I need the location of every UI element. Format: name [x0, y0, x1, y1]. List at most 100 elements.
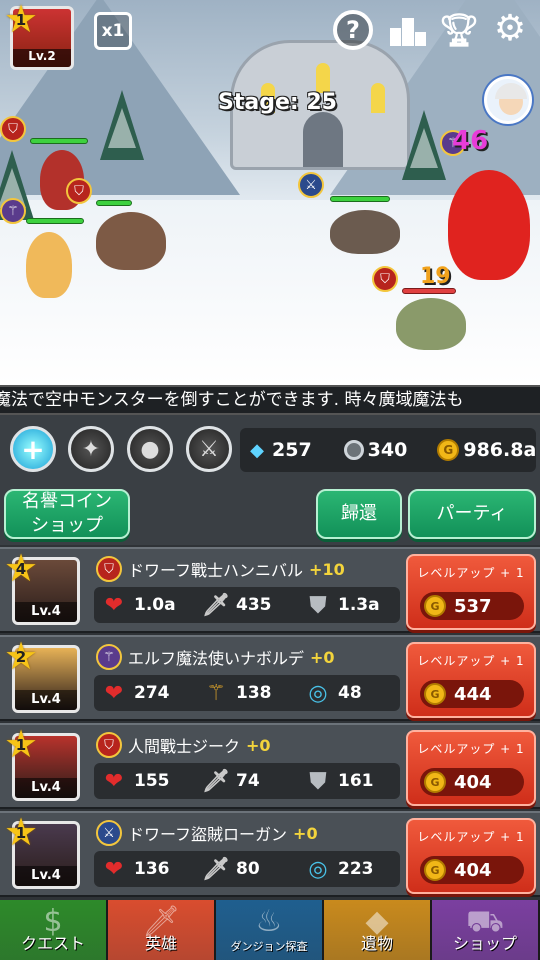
stat: ❤ 155	[94, 768, 196, 794]
hero-name: ドワーフ戰士ハンニバル	[128, 561, 304, 580]
level-up-label: レベルアップ + 1	[417, 654, 525, 668]
ticker-text: 魔法で空中モンスターを倒すことができます. 時々廣域魔法も	[0, 390, 464, 410]
cost-value: 404	[454, 859, 492, 881]
shadow-skill-icon[interactable]: ●	[127, 426, 173, 472]
ranking-icon[interactable]	[388, 14, 428, 48]
coin-icon: G	[424, 595, 446, 617]
nav-tab-label: 遺物	[360, 934, 393, 953]
gear-icon[interactable]: ⚙	[490, 8, 530, 49]
ring-icon: ◎	[308, 680, 328, 706]
hero-bonus: +0	[246, 735, 271, 755]
hero-name-line: ⛉ 人間戰士ジーク +0	[96, 731, 271, 759]
hero-stats: ❤ 274 ⚚ 138 ◎ 48	[94, 675, 400, 711]
hp-bar	[26, 218, 84, 224]
hero-stats: ❤ 136 🗡︎ 80 ◎ 223	[94, 851, 400, 887]
level-up-button[interactable]: レベルアップ + 1 G 537	[406, 554, 536, 630]
hero-name: 人間戰士ジーク	[128, 737, 241, 756]
sword-skill-icon[interactable]: ⚔	[186, 426, 232, 472]
gem-icon: ◆	[250, 439, 264, 461]
hero-bonus: +10	[309, 559, 345, 579]
heart-icon: ❤	[104, 592, 124, 618]
speed-button[interactable]: x1	[94, 12, 132, 50]
level-up-label: レベルアップ + 1	[417, 566, 525, 580]
sword-icon: 🗡︎	[202, 592, 230, 618]
star-icon: ★ 1	[3, 0, 39, 41]
damage-number: 19	[420, 264, 451, 289]
hp-bar	[330, 196, 390, 202]
level-up-cost: G 537	[420, 592, 524, 620]
hero-star-count: 4	[15, 560, 27, 578]
shield-icon: ⛉	[372, 266, 398, 292]
armor-icon: ⛊	[309, 592, 327, 618]
party-button[interactable]: パーティ	[408, 489, 536, 539]
stat: ❤ 274	[94, 681, 196, 706]
stat-value: 435	[236, 595, 272, 615]
ring-icon: ◎	[308, 856, 328, 882]
gem-counter: ◆ 257	[246, 439, 312, 461]
stat: ❤ 136	[94, 857, 196, 882]
nav-tab[interactable]: ♨ ダンジョン探査	[216, 900, 324, 960]
nav-tab-label: ショップ	[452, 934, 517, 953]
level-up-button[interactable]: レベルアップ + 1 G 404	[406, 818, 536, 894]
leader-star-count: 1	[15, 11, 27, 29]
star-icon: ★ 4	[3, 546, 39, 590]
hero-name: ドワーフ盜賊ローガン	[128, 825, 288, 844]
stat-value: 161	[338, 771, 374, 791]
cost-value: 404	[454, 771, 492, 793]
hero-sprite	[96, 212, 166, 270]
level-up-button[interactable]: レベルアップ + 1 G 404	[406, 730, 536, 806]
hero-stats: ❤ 1.0a 🗡︎ 435 ⛊ 1.3a	[94, 587, 400, 623]
coin-icon: G	[424, 683, 446, 705]
torch-icon: ♨	[255, 904, 283, 939]
stat-value: 136	[134, 859, 170, 879]
coin-icon: G	[424, 771, 446, 793]
hero-name-line: ⚔ ドワーフ盜賊ローガン +0	[96, 819, 318, 847]
heart-icon: ❤	[104, 768, 124, 794]
nav-tab[interactable]: 🗡︎ 英雄	[108, 900, 216, 960]
battle-scene: Stage: 25 Lv.2 ★ 1 x1 ? 🏆︎ ⚙ ⛉ ⚚ ⛉ ⚔ ⚚ 46…	[0, 0, 540, 385]
gold-count: 986.8a	[463, 439, 537, 461]
leader-level: Lv.2	[13, 49, 71, 67]
whirlwind-skill-icon[interactable]: ✦	[68, 426, 114, 472]
hero-row[interactable]: Lv.4 ★ 1 ⚔ ドワーフ盜賊ローガン +0 ❤ 136 🗡︎ 80 ◎ 22…	[0, 811, 540, 897]
hp-bar	[96, 200, 132, 206]
stopwatch-icon	[343, 440, 364, 460]
enemy-sprite	[330, 210, 400, 254]
hero-row[interactable]: Lv.4 ★ 2 ⚚ エルフ魔法使いナボルデ +0 ❤ 274 ⚚ 138 ◎ 4…	[0, 635, 540, 721]
stat: ⚚ 138	[196, 680, 298, 706]
nav-tab-label: クエスト	[20, 934, 85, 953]
stat: 🗡︎ 435	[196, 592, 298, 618]
stat: ⛊ 161	[298, 769, 400, 794]
hero-row[interactable]: Lv.4 ★1 ⛉ 人間戰士ジーク +0 ❤ 155 🗡︎ 74 ⛊ 161	[0, 723, 540, 809]
honor-coin-shop-button[interactable]: 名譽コイン ショップ	[4, 489, 130, 539]
stat: ◎ 48	[298, 680, 400, 706]
crossed-swords-icon: ⚔	[298, 172, 324, 198]
trophy-icon[interactable]: 🏆︎	[439, 10, 480, 50]
level-up-button[interactable]: レベルアップ + 1 G 444	[406, 642, 536, 718]
hero-star-count: 2	[15, 648, 27, 666]
hero-bonus: +0	[293, 823, 318, 843]
hero-row[interactable]: Lv.4 ★ 4 ⛉ ドワーフ戰士ハンニバル +10 ❤ 1.0a 🗡︎ 435 …	[0, 547, 540, 633]
shield-icon: ⛉	[96, 556, 122, 582]
hero-level: Lv.4	[15, 690, 77, 710]
nav-tab[interactable]: ◆ 遺物	[324, 900, 432, 960]
shield-icon: ⛉	[96, 732, 122, 758]
currency-panel: ◆ 257 340 G 986.8a	[240, 428, 536, 472]
star-icon: ★ 1	[3, 722, 39, 766]
return-button[interactable]: 歸還	[316, 489, 402, 539]
cost-value: 537	[454, 595, 492, 617]
heal-skill-icon[interactable]: +	[10, 426, 56, 472]
coin-icon: G	[437, 439, 460, 461]
help-icon[interactable]: ?	[333, 10, 373, 50]
nav-tab[interactable]: $ クエスト	[0, 900, 108, 960]
staff-icon: ⚚	[206, 680, 226, 706]
nav-tab[interactable]: ⛟ ショップ	[432, 900, 540, 960]
hero-list: Lv.4 ★ 4 ⛉ ドワーフ戰士ハンニバル +10 ❤ 1.0a 🗡︎ 435 …	[0, 545, 540, 900]
boss-avatar[interactable]	[484, 76, 532, 124]
stopwatch-count: 340	[367, 439, 408, 461]
hero-star-count: 1	[15, 736, 27, 754]
stat: ⛊ 1.3a	[298, 592, 400, 618]
level-up-cost: G 444	[420, 680, 524, 708]
stat-value: 1.3a	[338, 595, 380, 615]
action-bar: 名譽コイン ショップ 歸還 パーティ	[0, 485, 540, 545]
